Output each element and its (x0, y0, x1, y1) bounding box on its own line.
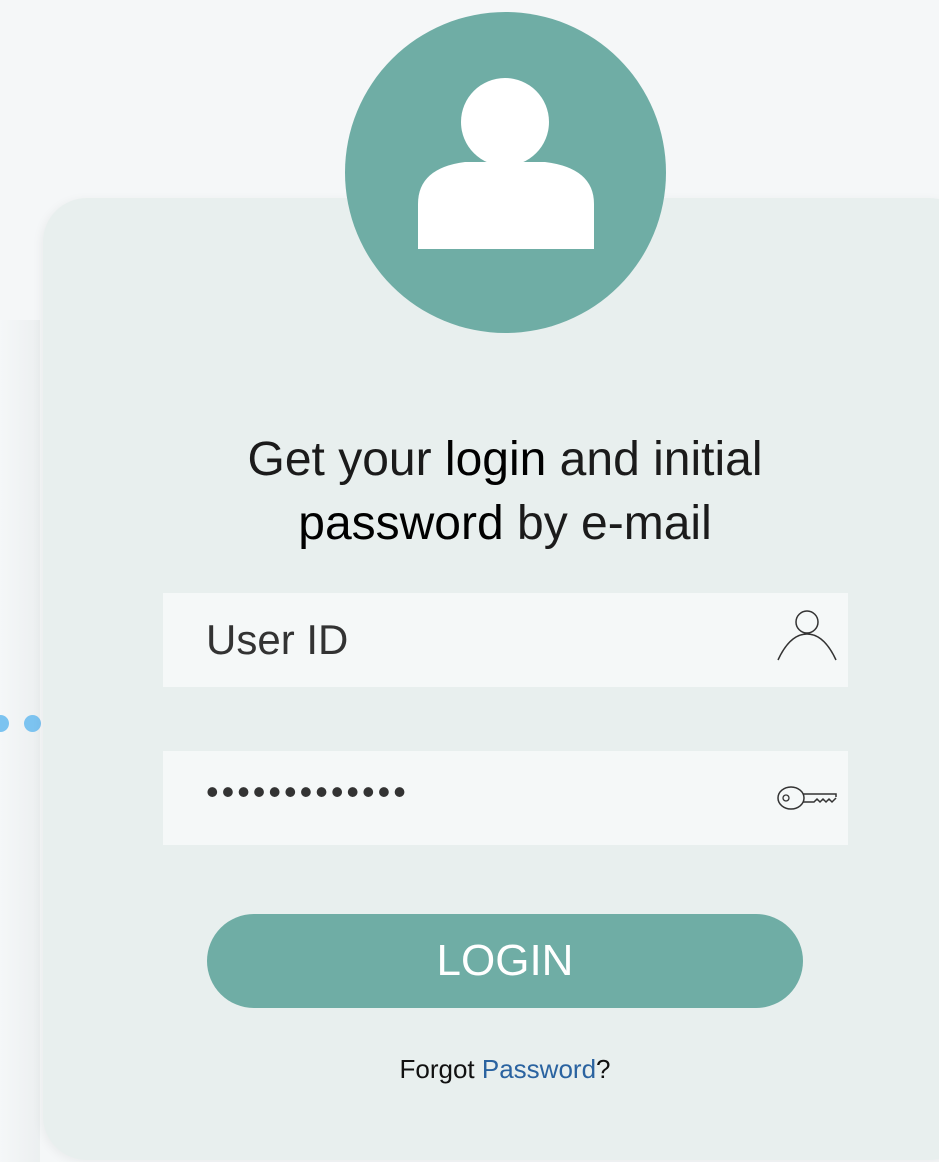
password-field[interactable]: ••••••••••••• (163, 751, 848, 845)
forgot-prefix: Forgot (399, 1054, 482, 1084)
heading-password-word: password (298, 497, 504, 550)
heading-text: Get your (247, 433, 445, 486)
pagination-dot[interactable] (24, 715, 41, 732)
page-heading: Get your login and initial password by e… (120, 428, 890, 556)
user-avatar-icon (345, 12, 666, 333)
user-id-placeholder: User ID (206, 616, 349, 663)
password-value: ••••••••••••• (206, 771, 409, 812)
side-shadow (0, 320, 40, 1162)
forgot-suffix: ? (596, 1054, 611, 1084)
user-outline-icon (774, 608, 838, 672)
forgot-password-link[interactable]: Password (482, 1054, 596, 1084)
heading-text: and initial (546, 433, 763, 486)
heading-text: by e-mail (503, 497, 712, 550)
heading-login-word: login (444, 433, 547, 486)
login-page: Get your login and initial password by e… (0, 0, 939, 1162)
login-button[interactable]: LOGIN (207, 914, 803, 1008)
forgot-password-text: Forgot Password? (0, 1054, 939, 1085)
user-id-field[interactable]: User ID (163, 593, 848, 687)
key-icon (774, 766, 838, 830)
